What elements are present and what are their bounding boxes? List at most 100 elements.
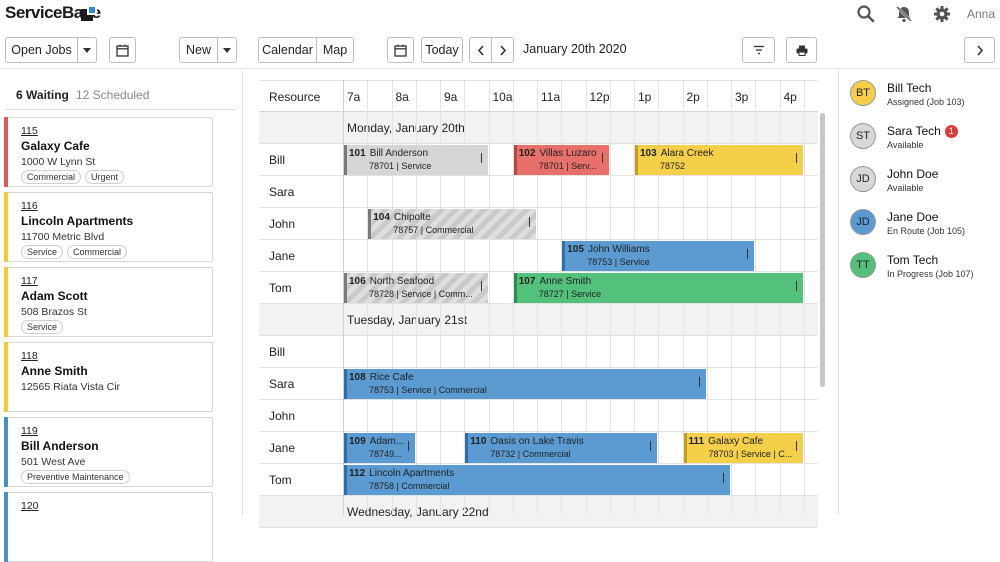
search-icon[interactable] — [856, 4, 876, 24]
today-button[interactable]: Today — [421, 37, 463, 63]
job-card[interactable]: 116 Lincoln Apartments 11700 Metric Blvd Se… — [4, 192, 213, 262]
avatar: JD — [850, 166, 876, 192]
job-block[interactable]: 111 Galaxy Cafe 78703 | Service | C... — [683, 433, 803, 463]
job-block[interactable]: 106 North Seafood 78728 | Service | Comm..… — [344, 273, 488, 303]
job-block[interactable]: 102 Villas Luzaro 78701 | Serv... — [513, 145, 609, 175]
tab-waiting[interactable]: 6 Waiting — [16, 88, 69, 102]
job-card[interactable]: 118 Anne Smith 12565 Riata Vista Cir — [4, 342, 213, 412]
resize-handle[interactable] — [407, 441, 409, 451]
job-number-link[interactable]: 120 — [21, 500, 39, 512]
schedule-grid: Resource 7a 8a 9a 10a 11a 12p 1p 2p 3p 4p Monday,… — [259, 80, 827, 528]
notification-badge[interactable]: 1 — [944, 125, 958, 138]
filter-button[interactable] — [742, 37, 775, 63]
prev-day-button[interactable] — [469, 37, 492, 63]
resize-handle[interactable] — [795, 281, 797, 291]
job-name: Chipolte — [393, 212, 431, 223]
tag-badge: Urgent — [85, 170, 125, 184]
job-title: 107 Anne Smith — [519, 276, 591, 287]
job-address: 508 Brazos St — [21, 306, 87, 318]
job-block[interactable]: 107 Anne Smith 78727 | Service — [513, 273, 803, 303]
job-title: 106 North Seafood — [349, 276, 434, 287]
resize-handle[interactable] — [698, 377, 700, 387]
chevron-down-icon — [223, 47, 231, 53]
resource-name: Bill — [269, 153, 286, 167]
job-title: 112 Lincoln Apartments — [349, 468, 454, 479]
job-number-link[interactable]: 118 — [21, 350, 38, 362]
job-color-bar — [683, 433, 687, 463]
resource-name: Tom — [269, 281, 292, 295]
notifications-off-icon[interactable] — [894, 4, 914, 24]
open-jobs-button[interactable]: Open Jobs — [5, 37, 78, 63]
resize-handle[interactable] — [795, 441, 797, 451]
job-number-link[interactable]: 115 — [21, 125, 38, 137]
job-color-bar — [465, 433, 469, 463]
grid-scrollbar[interactable] — [820, 113, 825, 387]
job-block[interactable]: 112 Lincoln Apartments 78758 | Commercial — [344, 465, 730, 495]
resize-handle[interactable] — [723, 473, 724, 483]
technician-name: Sara Tech 1 — [887, 124, 958, 138]
technician-status: Assigned (Job 103) — [887, 97, 965, 107]
avatar: BT — [850, 80, 876, 106]
job-number: 106 — [349, 276, 366, 287]
job-color-bar — [513, 145, 517, 175]
job-card[interactable]: 119 Bill Anderson 501 West Ave Preventive M… — [4, 417, 213, 487]
technician-status: Available — [887, 140, 924, 150]
job-title: 102 Villas Luzaro — [519, 148, 597, 159]
job-subtitle: 78758 | Commercial — [369, 481, 450, 491]
chevron-left-icon — [477, 44, 484, 56]
day-header-label: Tuesday, January 21st — [347, 313, 468, 327]
new-button[interactable]: New — [179, 37, 218, 63]
new-dropdown[interactable] — [218, 37, 237, 63]
resize-handle[interactable] — [480, 281, 482, 291]
job-block[interactable]: 101 Bill Anderson 78701 | Service — [344, 145, 488, 175]
hour-label: 11a — [541, 90, 561, 104]
print-icon — [796, 45, 807, 56]
job-number: 104 — [373, 212, 390, 223]
job-block[interactable]: 105 John Williams 78753 | Service — [562, 241, 755, 271]
next-day-button[interactable] — [492, 37, 514, 63]
technician-item[interactable]: TT Tom Tech In Progress (Job 107) — [850, 252, 1000, 286]
job-number-link[interactable]: 119 — [21, 425, 38, 437]
date-picker-button[interactable] — [387, 37, 414, 63]
job-card[interactable]: 117 Adam Scott 508 Brazos St Service — [4, 267, 213, 337]
avatar: ST — [850, 123, 876, 149]
map-view-button[interactable]: Map — [317, 37, 354, 63]
job-card[interactable]: 120 — [4, 492, 213, 562]
job-block[interactable]: 110 Oasis on Lake Travis 78732 | Commercia… — [465, 433, 658, 463]
print-button[interactable] — [786, 37, 817, 63]
job-block[interactable]: 103 Alara Creek 78752 — [635, 145, 803, 175]
gear-icon[interactable] — [932, 4, 952, 24]
job-block[interactable]: 108 Rice Cafe 78753 | Service | Commercial — [344, 369, 706, 399]
technician-item[interactable]: JD Jane Doe En Route (Job 105) — [850, 209, 1000, 243]
resize-handle[interactable] — [480, 153, 482, 163]
technician-item[interactable]: JD John Doe Available — [850, 166, 1000, 200]
technician-item[interactable]: ST Sara Tech 1 Available — [850, 123, 1000, 157]
resource-row: Sara 108 Rice Cafe 78753 | Service | Commer… — [259, 368, 818, 400]
open-jobs-dropdown[interactable] — [78, 37, 97, 63]
calendar-picker-button[interactable] — [109, 37, 136, 63]
job-block[interactable]: 104 Chipolte 78757 | Commercial — [368, 209, 536, 239]
job-subtitle: 78757 | Commercial — [393, 225, 474, 235]
job-number-link[interactable]: 116 — [21, 200, 38, 212]
job-number-link[interactable]: 117 — [21, 275, 38, 287]
calendar-view-button[interactable]: Calendar — [258, 37, 317, 63]
user-menu[interactable]: Anna — [967, 7, 995, 21]
filter-icon — [753, 45, 764, 55]
technician-item[interactable]: BT Bill Tech Assigned (Job 103) — [850, 80, 1000, 114]
job-block[interactable]: 109 Adam... 78749... — [344, 433, 415, 463]
job-color-bar — [513, 273, 517, 303]
job-card[interactable]: 115 Galaxy Cafe 1000 W Lynn St Commercial Ur… — [4, 117, 213, 187]
resource-name: John — [269, 217, 296, 231]
job-title: 101 Bill Anderson — [349, 148, 428, 159]
resize-handle[interactable] — [529, 217, 530, 227]
resize-handle[interactable] — [747, 249, 749, 259]
job-subtitle: 78703 | Service | C... — [708, 449, 793, 459]
priority-stripe — [4, 117, 8, 187]
resize-handle[interactable] — [795, 153, 797, 163]
tab-scheduled[interactable]: 12 Scheduled — [76, 88, 149, 102]
resize-handle[interactable] — [650, 441, 652, 451]
resize-handle[interactable] — [601, 153, 603, 163]
job-customer-name: Bill Anderson — [21, 439, 99, 453]
job-title: 108 Rice Cafe — [349, 372, 414, 383]
toggle-right-panel-button[interactable] — [964, 37, 995, 63]
